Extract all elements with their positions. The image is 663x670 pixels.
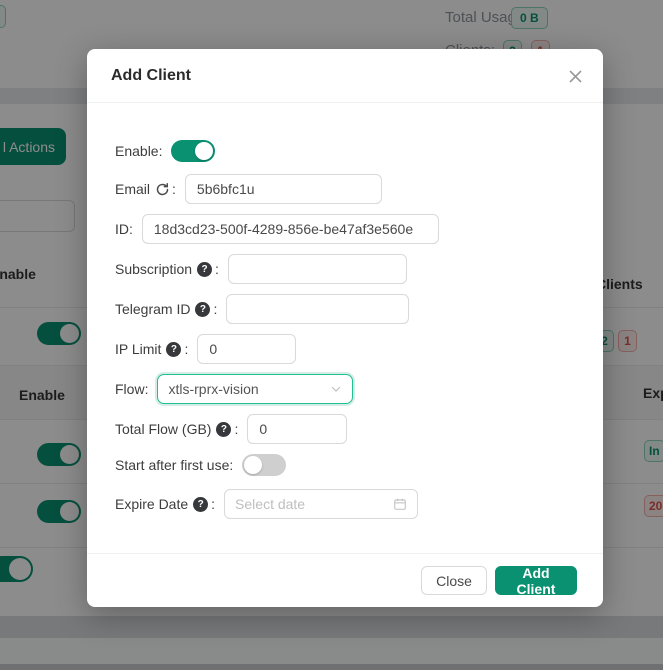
expire-date-label: Expire Date ? : xyxy=(115,496,215,512)
help-icon[interactable]: ? xyxy=(197,262,212,277)
enable-toggle[interactable] xyxy=(171,140,215,162)
help-icon[interactable]: ? xyxy=(195,302,210,317)
enable-label: Enable: xyxy=(115,143,162,159)
telegram-row: Telegram ID ? : xyxy=(115,294,575,324)
flow-label: Flow: xyxy=(115,381,148,397)
expire-date-picker[interactable]: Select date xyxy=(224,489,418,519)
expire-date-placeholder: Select date xyxy=(235,496,305,512)
start-after-first-use-row: Start after first use: xyxy=(115,454,575,476)
help-icon[interactable]: ? xyxy=(166,342,181,357)
help-icon[interactable]: ? xyxy=(193,497,208,512)
modal-close-button[interactable] xyxy=(562,63,588,89)
toggle-knob xyxy=(195,142,213,160)
flow-select[interactable]: xtls-rprx-vision xyxy=(157,374,353,404)
total-flow-field[interactable] xyxy=(247,414,347,444)
total-flow-row: Total Flow (GB) ? : xyxy=(115,414,575,444)
start-after-first-use-toggle[interactable] xyxy=(242,454,286,476)
flow-selected-value: xtls-rprx-vision xyxy=(168,381,258,397)
telegram-label: Telegram ID ? : xyxy=(115,301,217,317)
help-icon[interactable]: ? xyxy=(216,422,231,437)
toggle-knob xyxy=(244,456,262,474)
email-field[interactable] xyxy=(185,174,382,204)
email-row: Email : xyxy=(115,174,575,204)
ip-limit-row: IP Limit ? : xyxy=(115,334,575,364)
regenerate-email-icon[interactable] xyxy=(155,182,170,197)
app-screen: Total Usage: 0 B Clients: 2 1 l Actions … xyxy=(0,0,663,670)
ip-limit-field[interactable] xyxy=(197,334,296,364)
id-row: ID: xyxy=(115,214,575,244)
modal-header: Add Client xyxy=(87,49,603,103)
modal-body: Enable: Email : ID: xyxy=(87,103,603,519)
id-label: ID: xyxy=(115,221,133,237)
add-client-modal: Add Client Enable: Email xyxy=(87,49,603,607)
telegram-id-field[interactable] xyxy=(226,294,409,324)
ip-limit-label: IP Limit ? : xyxy=(115,341,188,357)
start-after-first-use-label: Start after first use: xyxy=(115,457,233,473)
total-flow-label: Total Flow (GB) ? : xyxy=(115,421,238,437)
chevron-down-icon xyxy=(330,383,342,395)
subscription-label: Subscription ? : xyxy=(115,261,219,277)
modal-title: Add Client xyxy=(111,67,191,85)
expire-date-row: Expire Date ? : Select date xyxy=(115,489,575,519)
modal-footer: Close Add Client xyxy=(87,553,603,607)
subscription-field[interactable] xyxy=(228,254,407,284)
add-client-button[interactable]: Add Client xyxy=(495,566,577,595)
email-label: Email : xyxy=(115,181,176,197)
calendar-icon xyxy=(393,497,407,511)
close-button[interactable]: Close xyxy=(421,566,487,595)
subscription-row: Subscription ? : xyxy=(115,254,575,284)
close-icon xyxy=(568,69,583,84)
enable-row: Enable: xyxy=(115,140,575,162)
id-field[interactable] xyxy=(142,214,439,244)
flow-row: Flow: xtls-rprx-vision xyxy=(115,374,575,404)
